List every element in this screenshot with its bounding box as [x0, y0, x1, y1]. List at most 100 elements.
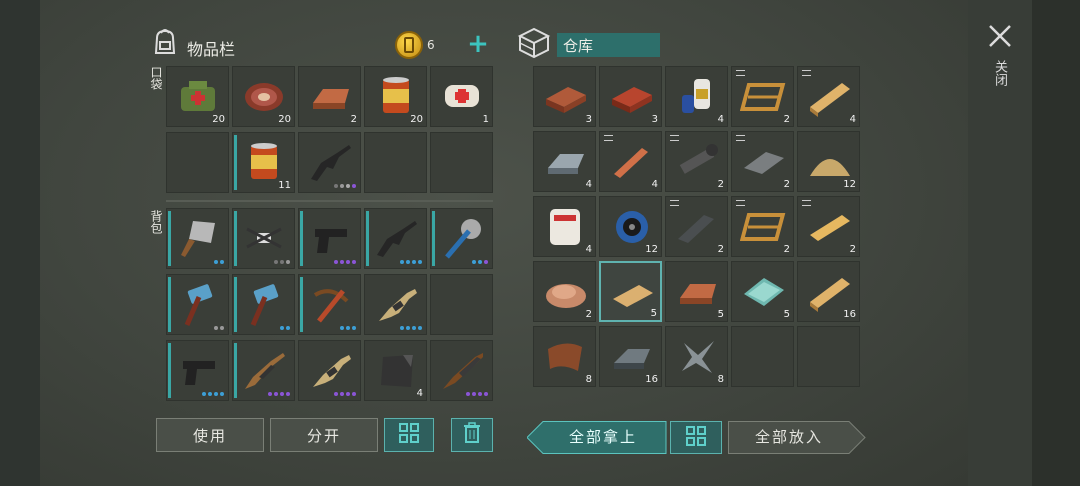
- bullpup-rifle-icon: [373, 281, 419, 327]
- use-button[interactable]: 使用: [156, 418, 264, 452]
- item-slot[interactable]: 20: [166, 66, 229, 127]
- close-label: 关闭: [992, 60, 1007, 86]
- item-slot[interactable]: 4: [533, 196, 596, 257]
- item-slot[interactable]: 16: [797, 261, 860, 322]
- item-slot[interactable]: [298, 340, 361, 401]
- item-slot[interactable]: 2: [731, 131, 794, 192]
- red-brick-icon: [608, 73, 654, 119]
- trash-icon: [462, 422, 482, 448]
- item-slot[interactable]: [166, 132, 229, 193]
- quality-dot: [286, 260, 290, 264]
- item-slot[interactable]: [166, 340, 229, 401]
- wire-spool-icon: [608, 203, 654, 249]
- quality-dot: [340, 184, 344, 188]
- item-slot[interactable]: 5: [665, 261, 728, 322]
- item-slot[interactable]: 20: [232, 66, 295, 127]
- wood-frame-icon: [739, 73, 786, 119]
- quality-dot: [478, 260, 482, 264]
- item-slot[interactable]: 11: [232, 132, 295, 193]
- asbestos-bag-icon: [542, 203, 588, 249]
- sledgehammer-icon: [175, 281, 221, 327]
- item-slot[interactable]: 4: [533, 131, 596, 192]
- item-slot[interactable]: 5: [599, 261, 662, 322]
- iron-ingot-icon: [542, 138, 588, 184]
- split-button[interactable]: 分开: [270, 418, 378, 452]
- item-slot[interactable]: [430, 274, 493, 335]
- item-count: 2: [783, 244, 790, 255]
- item-count: 4: [849, 114, 856, 125]
- item-slot[interactable]: [298, 208, 361, 269]
- quality-dots: [472, 260, 488, 264]
- durability-bar: [366, 211, 369, 266]
- item-slot[interactable]: [232, 274, 295, 335]
- take-all-button[interactable]: 全部拿上: [527, 421, 667, 454]
- durability-bar: [234, 135, 237, 190]
- trash-button[interactable]: [451, 418, 493, 452]
- item-slot[interactable]: [364, 132, 427, 193]
- item-count: 20: [212, 114, 225, 125]
- item-count: 8: [717, 374, 724, 385]
- sort-inventory-button[interactable]: [384, 418, 434, 452]
- item-slot[interactable]: [298, 132, 361, 193]
- item-slot[interactable]: [430, 340, 493, 401]
- pocket-label: 口袋: [149, 66, 163, 90]
- glass-icon: [740, 268, 786, 314]
- item-slot[interactable]: 2: [665, 196, 728, 257]
- item-slot[interactable]: 2: [731, 66, 794, 127]
- item-slot[interactable]: [364, 208, 427, 269]
- item-slot[interactable]: 4: [797, 66, 860, 127]
- quality-dot: [484, 392, 488, 396]
- item-slot[interactable]: 8: [665, 326, 728, 387]
- close-button[interactable]: [986, 22, 1014, 50]
- item-slot[interactable]: 20: [364, 66, 427, 127]
- item-slot[interactable]: 1: [430, 66, 493, 127]
- item-slot[interactable]: 4: [364, 340, 427, 401]
- put-all-button[interactable]: 全部放入: [728, 421, 866, 454]
- item-slot[interactable]: [166, 208, 229, 269]
- item-slot[interactable]: [797, 326, 860, 387]
- item-count: 3: [651, 114, 658, 125]
- quality-dot: [406, 326, 410, 330]
- item-slot[interactable]: 12: [599, 196, 662, 257]
- item-slot[interactable]: [364, 274, 427, 335]
- add-coins-button[interactable]: +: [463, 30, 493, 58]
- item-slot[interactable]: 2: [665, 131, 728, 192]
- item-slot[interactable]: [430, 208, 493, 269]
- metal-sheet-icon: [740, 138, 786, 184]
- item-slot[interactable]: [731, 326, 794, 387]
- item-slot[interactable]: [232, 340, 295, 401]
- item-count: 5: [783, 309, 790, 320]
- item-slot[interactable]: 2: [797, 196, 860, 257]
- quality-dot: [478, 392, 482, 396]
- item-count: 2: [783, 114, 790, 125]
- item-slot[interactable]: [298, 274, 361, 335]
- grid-sort-icon: [685, 425, 707, 451]
- quality-dot: [334, 184, 338, 188]
- quality-dot: [352, 392, 356, 396]
- item-slot[interactable]: [430, 132, 493, 193]
- rifle-icon: [241, 347, 287, 393]
- item-slot[interactable]: 12: [797, 131, 860, 192]
- item-slot[interactable]: 8: [533, 326, 596, 387]
- item-slot[interactable]: 3: [533, 66, 596, 127]
- item-slot[interactable]: [166, 274, 229, 335]
- quality-dot: [280, 326, 284, 330]
- sort-storage-button[interactable]: [670, 421, 722, 454]
- glue-bottles-icon: [674, 73, 720, 119]
- item-slot[interactable]: 2: [731, 196, 794, 257]
- item-count: 2: [783, 179, 790, 190]
- item-slot[interactable]: 4: [665, 66, 728, 127]
- item-slot[interactable]: [232, 208, 295, 269]
- item-slot[interactable]: 3: [599, 66, 662, 127]
- bullpup-rifle-icon: [307, 347, 353, 393]
- item-slot[interactable]: 2: [533, 261, 596, 322]
- item-slot[interactable]: 4: [599, 131, 662, 192]
- quality-dot: [286, 392, 290, 396]
- coin-count: 6: [427, 38, 435, 52]
- wood-plank-icon: [806, 73, 852, 119]
- scrap-metal-icon: [674, 333, 720, 379]
- item-slot[interactable]: 5: [731, 261, 794, 322]
- item-slot[interactable]: 2: [298, 66, 361, 127]
- quality-dot: [214, 326, 218, 330]
- item-slot[interactable]: 16: [599, 326, 662, 387]
